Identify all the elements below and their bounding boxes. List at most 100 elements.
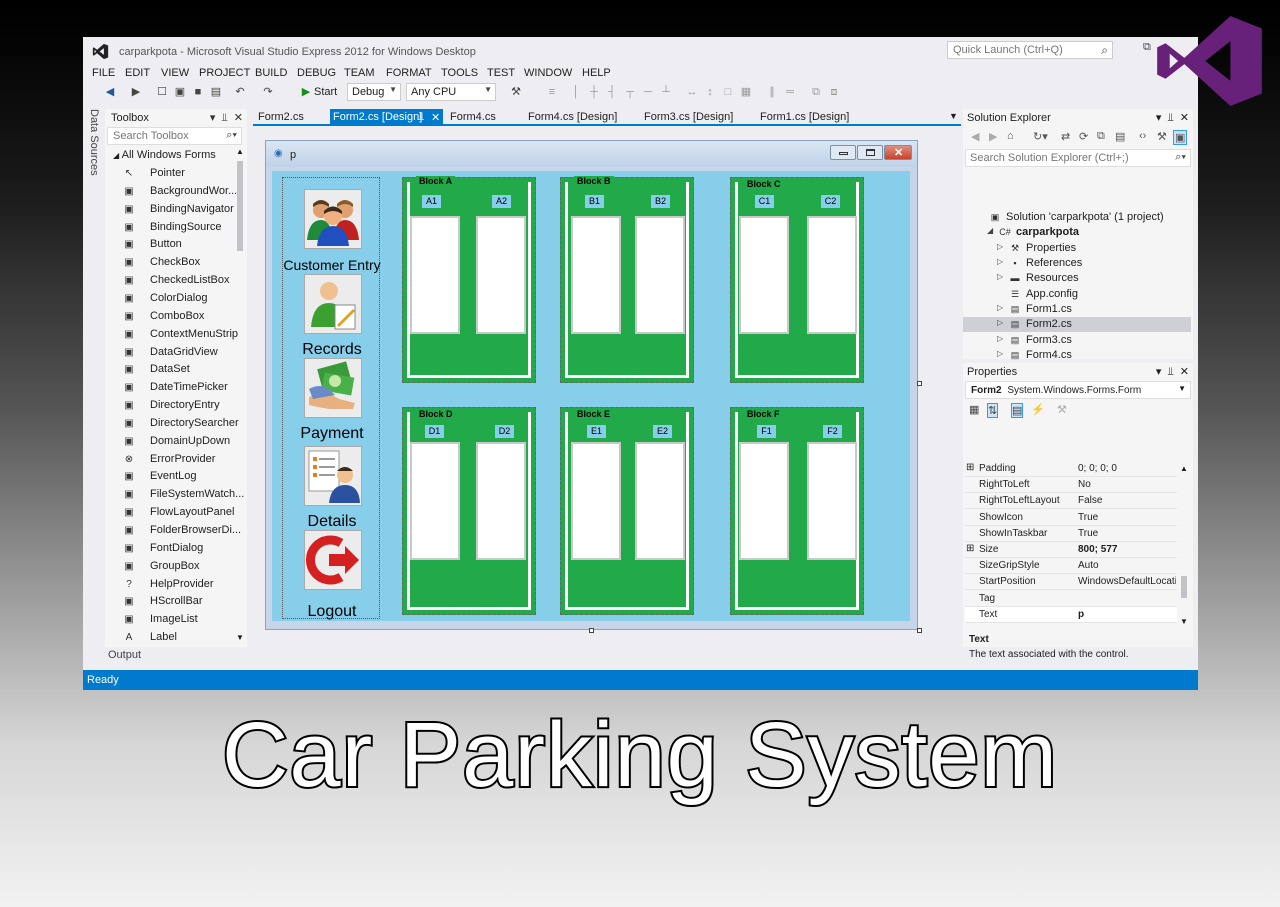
parking-slot-b1[interactable]	[571, 216, 621, 334]
size-to-grid-icon[interactable]: ▦	[739, 85, 753, 99]
parking-block-a[interactable]: Block A A1 A2	[402, 176, 536, 383]
form-window[interactable]: ◉ p ✕ Customer Entry Records Payment Det…	[265, 140, 918, 630]
property-row[interactable]: Text p	[965, 606, 1177, 623]
scroll-up-icon[interactable]: ▲	[1180, 464, 1188, 473]
parking-block-c[interactable]: Block C C1 C2	[730, 177, 864, 383]
property-row[interactable]: SizeGripStyle Auto	[965, 558, 1177, 575]
events-lightning-icon[interactable]: ⚡	[1031, 403, 1045, 416]
collapsed-arrow-icon[interactable]: ▷	[997, 349, 1003, 358]
pin-icon[interactable]: ⫫	[1167, 112, 1173, 124]
vertical-spacing-icon[interactable]: ═	[783, 85, 797, 99]
close-icon[interactable]: ✕	[1180, 366, 1189, 378]
view-code-icon[interactable]: ‹›	[1139, 130, 1146, 142]
menu-window[interactable]: WINDOW	[524, 67, 572, 79]
tree-item[interactable]: ▣ Solution 'carparkpota' (1 project)	[963, 210, 1191, 225]
make-same-height-icon[interactable]: ↕	[703, 85, 717, 99]
parking-block-b[interactable]: Block B B1 B2	[560, 176, 694, 383]
scroll-thumb[interactable]	[1181, 576, 1187, 598]
property-row[interactable]: ShowInTaskbar True	[965, 526, 1177, 542]
align-middles-icon[interactable]: ─	[641, 85, 655, 99]
redo-icon[interactable]: ↷	[261, 85, 275, 99]
forward-icon[interactable]: ▶	[989, 130, 997, 143]
property-row[interactable]: StartPosition WindowsDefaultLocatio	[965, 574, 1177, 591]
tab-form1-design[interactable]: Form1.cs [Design]	[757, 109, 852, 126]
tab-form4-design[interactable]: Form4.cs [Design]	[525, 109, 620, 126]
parking-block-d[interactable]: Block D D1 D2	[402, 407, 536, 615]
scroll-thumb[interactable]	[237, 161, 243, 251]
details-button[interactable]	[304, 446, 362, 506]
align-bottoms-icon[interactable]: ┴	[659, 85, 673, 99]
parking-slot-d2[interactable]	[476, 442, 526, 560]
close-icon[interactable]: ✕	[234, 112, 243, 124]
form-close-button[interactable]: ✕	[884, 145, 912, 160]
show-all-files-icon[interactable]: ▤	[1115, 130, 1125, 143]
collapsed-arrow-icon[interactable]: ▷	[997, 303, 1003, 312]
property-value[interactable]: p	[1078, 609, 1176, 620]
configuration-combo[interactable]: Debug ▼	[347, 83, 401, 101]
menu-test[interactable]: TEST	[487, 67, 515, 79]
start-icon[interactable]: ▶	[299, 85, 313, 99]
menu-team[interactable]: TEAM	[344, 67, 375, 79]
property-value[interactable]: True	[1078, 512, 1176, 523]
align-rights-icon[interactable]: ┤	[605, 85, 619, 99]
parking-slot-c1[interactable]	[739, 216, 789, 334]
object-selector[interactable]: Form2 System.Windows.Forms.Form ▼	[965, 381, 1191, 399]
form-minimize-button[interactable]	[830, 145, 856, 160]
open-file-icon[interactable]: ▣	[173, 85, 187, 99]
parking-block-e[interactable]: Block E E1 E2	[560, 407, 694, 615]
resize-handle-right[interactable]	[917, 381, 922, 386]
collapsed-arrow-icon[interactable]: ▷	[997, 318, 1003, 327]
refresh-icon[interactable]: ⟳	[1079, 130, 1088, 143]
parking-slot-f1[interactable]	[739, 442, 789, 560]
tree-item[interactable]: ▷ ▬ Resources	[963, 271, 1191, 286]
scroll-down-icon[interactable]: ▼	[236, 633, 244, 642]
tab-overflow-icon[interactable]: ▼	[949, 111, 958, 121]
output-tab[interactable]: Output	[108, 649, 141, 661]
align-icon[interactable]: ≡	[545, 85, 559, 99]
home-icon[interactable]: ⌂	[1007, 130, 1014, 142]
sync-icon[interactable]: ⇄	[1061, 130, 1070, 143]
expand-plus-icon[interactable]: ⊞	[966, 462, 974, 473]
data-sources-tab[interactable]: Data Sources	[83, 109, 105, 176]
parking-slot-a2[interactable]	[476, 216, 526, 334]
align-tops-icon[interactable]: ┬	[623, 85, 637, 99]
property-value[interactable]: WindowsDefaultLocatio	[1078, 576, 1176, 587]
tab-form4-cs[interactable]: Form4.cs	[447, 109, 499, 126]
bring-to-front-icon[interactable]: ⧉	[809, 85, 823, 99]
tree-item[interactable]: ▷ ▤ Form1.cs	[963, 302, 1191, 317]
tab-form3-design[interactable]: Form3.cs [Design]	[641, 109, 736, 126]
search-icon[interactable]: ⌕	[1101, 43, 1108, 58]
property-row[interactable]: ShowIcon True	[965, 510, 1177, 526]
platform-combo[interactable]: Any CPU ▼	[406, 83, 496, 101]
property-value[interactable]: True	[1078, 528, 1176, 539]
dropdown-icon[interactable]: ▾	[1156, 366, 1162, 378]
property-row[interactable]: RightToLeftLayout False	[965, 493, 1177, 510]
solution-search-input[interactable]: Search Solution Explorer (Ctrl+;) ⌕▾	[965, 149, 1191, 167]
find-icon[interactable]: ⚒	[509, 85, 523, 99]
payment-button[interactable]	[304, 358, 362, 418]
save-all-icon[interactable]: ▤	[209, 85, 223, 99]
menu-view[interactable]: VIEW	[161, 67, 189, 79]
send-to-back-icon[interactable]: ⧈	[827, 85, 841, 99]
property-pages-icon[interactable]: ⚒	[1057, 403, 1067, 416]
property-value[interactable]: Auto	[1078, 560, 1176, 571]
alphabetical-icon[interactable]: ⇅	[987, 403, 999, 418]
close-icon[interactable]: ✕	[431, 111, 440, 124]
spacing-icon[interactable]: ∥	[765, 85, 779, 99]
quick-launch-input[interactable]: Quick Launch (Ctrl+Q) ⌕	[947, 41, 1113, 59]
categorized-icon[interactable]: ▦	[969, 403, 979, 416]
new-project-icon[interactable]: ☐	[155, 85, 169, 99]
tree-item[interactable]: ☰ App.config	[963, 287, 1191, 302]
tab-form2-cs[interactable]: Form2.cs	[255, 109, 307, 126]
scroll-up-icon[interactable]: ▲	[236, 147, 244, 156]
form-maximize-button[interactable]	[857, 145, 883, 160]
tree-item[interactable]: ▷ ▤ Form4.cs	[963, 348, 1191, 363]
pin-icon[interactable]: ⫫	[418, 111, 424, 124]
start-button[interactable]: Start	[314, 86, 337, 98]
property-row[interactable]: RightToLeft No	[965, 477, 1177, 494]
customer-entry-button[interactable]	[304, 189, 362, 249]
forward-icon[interactable]: ▶	[129, 85, 143, 99]
logout-button[interactable]	[304, 530, 362, 590]
menu-file[interactable]: FILE	[92, 67, 115, 79]
menu-debug[interactable]: DEBUG	[297, 67, 336, 79]
